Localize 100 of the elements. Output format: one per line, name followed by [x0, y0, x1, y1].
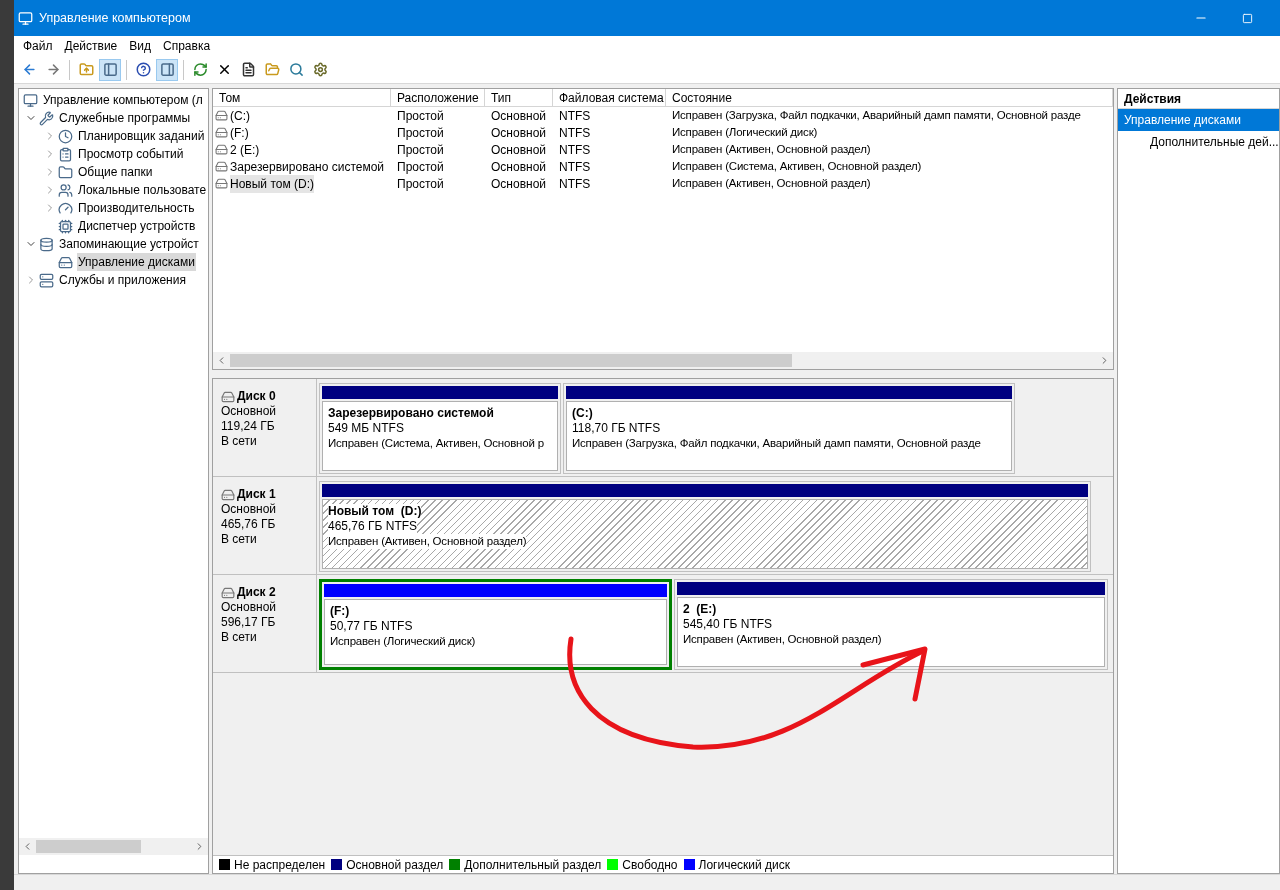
disk-name[interactable]: Диск 0: [237, 389, 276, 404]
partition-status: Исправен (Активен, Основной раздел): [683, 632, 882, 647]
table-cell-text: Простой: [396, 175, 444, 193]
refresh-icon: [192, 62, 208, 77]
tree-item[interactable]: Управление дисками: [77, 253, 196, 271]
action-pane-button[interactable]: [156, 58, 178, 81]
maximize-icon: [1241, 12, 1253, 24]
legend-label: Не распределен: [234, 856, 326, 874]
partition-title: Зарезервировано системой: [328, 406, 494, 421]
column-header[interactable]: Файловая система: [553, 89, 666, 106]
action-link[interactable]: Дополнительные дей...: [1118, 131, 1279, 153]
horizontal-scrollbar[interactable]: [19, 838, 208, 855]
tree-item[interactable]: Просмотр событий: [77, 145, 185, 163]
tree-item[interactable]: Службы и приложения: [58, 271, 187, 289]
table-cell-text: Простой: [396, 141, 444, 159]
partition-block[interactable]: Новый том (D:) 465,76 ГБ NTFS Исправен (Активен, Основной раздел): [319, 481, 1091, 572]
legend-label: Свободно: [622, 856, 678, 874]
table-cell-text: Основной: [490, 175, 546, 193]
volume-icon: [215, 126, 228, 139]
table-cell-text: Простой: [396, 124, 444, 142]
action-pane-icon: [159, 62, 175, 77]
column-header[interactable]: Расположение: [391, 89, 485, 106]
disk-size: 465,76 ГБ: [221, 517, 277, 532]
table-cell-text: NTFS: [558, 107, 591, 125]
disk-type: Основной: [221, 600, 277, 615]
open-icon: [264, 62, 280, 77]
partition-block[interactable]: Зарезервировано системой 549 МБ NTFS Исправен (Система, Активен, Основной р: [319, 383, 561, 474]
volume-icon: [215, 109, 228, 122]
partition-title: (F:): [330, 604, 350, 619]
partition-status: Исправен (Система, Активен, Основной р: [328, 436, 544, 451]
partition-block[interactable]: (F:) 50,77 ГБ NTFS Исправен (Логический диск): [319, 579, 672, 670]
tree-item[interactable]: Производительность: [77, 199, 196, 217]
properties-icon: [240, 62, 256, 77]
partition-size: 118,70 ГБ NTFS: [572, 421, 661, 436]
search-icon: [288, 62, 304, 77]
partition-status: Исправен (Загрузка, Файл подкачки, Аварийный дамп памяти, Основной разде: [572, 436, 981, 451]
table-cell-text: Исправен (Система, Активен, Основной раздел): [671, 158, 922, 174]
tree-item[interactable]: Диспетчер устройств: [77, 217, 197, 235]
tools-icon: [39, 110, 54, 126]
disk-size: 119,24 ГБ: [221, 419, 276, 434]
perf-icon: [58, 200, 73, 216]
table-cell[interactable]: (C:): [230, 106, 250, 125]
tree-item[interactable]: Общие папки: [77, 163, 154, 181]
table-cell-text: Основной: [490, 124, 546, 142]
disk-name[interactable]: Диск 2: [237, 585, 276, 600]
back-icon: [21, 62, 37, 77]
tree-item[interactable]: Запоминающие устройст: [58, 235, 200, 253]
folder-up-icon: [78, 62, 94, 77]
table-cell-text: NTFS: [558, 158, 591, 176]
table-cell-text: Исправен (Активен, Основной раздел): [671, 175, 871, 191]
table-cell-text: Основной: [490, 158, 546, 176]
tree-item[interactable]: Планировщик заданий: [77, 127, 206, 145]
users-icon: [58, 182, 73, 198]
partition-title: 2 (E:): [683, 602, 717, 617]
table-cell-text: NTFS: [558, 141, 591, 159]
legend-label: Дополнительный раздел: [464, 856, 602, 874]
disk-name[interactable]: Диск 1: [237, 487, 276, 502]
menu-item[interactable]: Файл: [18, 37, 58, 55]
disk-type: Основной: [221, 502, 277, 517]
tree-item[interactable]: Локальные пользовате: [77, 181, 208, 199]
help-icon: [135, 62, 151, 77]
table-cell[interactable]: 2 (E:): [230, 140, 260, 159]
partition-block[interactable]: (C:) 118,70 ГБ NTFS Исправен (Загрузка, Файл подкачки, Аварийный дамп памяти, Основной разде: [563, 383, 1015, 474]
partition-status: Исправен (Активен, Основной раздел): [328, 534, 527, 549]
forward-icon: [45, 62, 61, 77]
table-cell[interactable]: Новый том (D:): [230, 174, 314, 193]
table-cell-text: NTFS: [558, 124, 591, 142]
clock-icon: [58, 128, 73, 144]
window-title: Управление компьютером: [39, 9, 192, 27]
disk-status: В сети: [221, 630, 258, 645]
tree-item[interactable]: Управление компьютером (л: [42, 91, 204, 109]
table-cell-text: Исправен (Загрузка, Файл подкачки, Аварийный дамп памяти, Основной разде: [671, 107, 1081, 123]
column-header[interactable]: Состояние: [666, 89, 1113, 106]
table-cell[interactable]: (F:): [230, 123, 249, 142]
computer-icon: [23, 92, 38, 108]
table-cell[interactable]: Зарезервировано системой: [230, 157, 385, 176]
legend-label: Основной раздел: [346, 856, 444, 874]
disk-size: 596,17 ГБ: [221, 615, 277, 630]
partition-block[interactable]: 2 (E:) 545,40 ГБ NTFS Исправен (Активен, Основной раздел): [674, 579, 1108, 670]
settings-icon: [312, 62, 328, 77]
column-header[interactable]: Тип: [485, 89, 553, 106]
table-cell-text: Простой: [396, 107, 444, 125]
table-cell-text: Основной: [490, 107, 546, 125]
table-cell-text: NTFS: [558, 175, 591, 193]
legend-label: Логический диск: [698, 856, 791, 874]
menu-item[interactable]: Справка: [158, 37, 216, 55]
table-cell-text: Исправен (Логический диск): [671, 124, 818, 140]
disk-type: Основной: [221, 404, 277, 419]
horizontal-scrollbar[interactable]: [213, 352, 1113, 369]
tree-item[interactable]: Служебные программы: [58, 109, 192, 127]
partition-title: (C:): [572, 406, 593, 421]
menu-item[interactable]: Действие: [59, 37, 123, 55]
column-header[interactable]: Том: [213, 89, 391, 106]
table-cell-text: Простой: [396, 158, 444, 176]
disk-status: В сети: [221, 532, 258, 547]
actions-section[interactable]: Управление дисками: [1118, 109, 1279, 131]
volume-icon: [215, 177, 228, 190]
menu-item[interactable]: Вид: [124, 37, 156, 55]
disk-status: В сети: [221, 434, 258, 449]
tree-pane-button[interactable]: [99, 58, 121, 81]
